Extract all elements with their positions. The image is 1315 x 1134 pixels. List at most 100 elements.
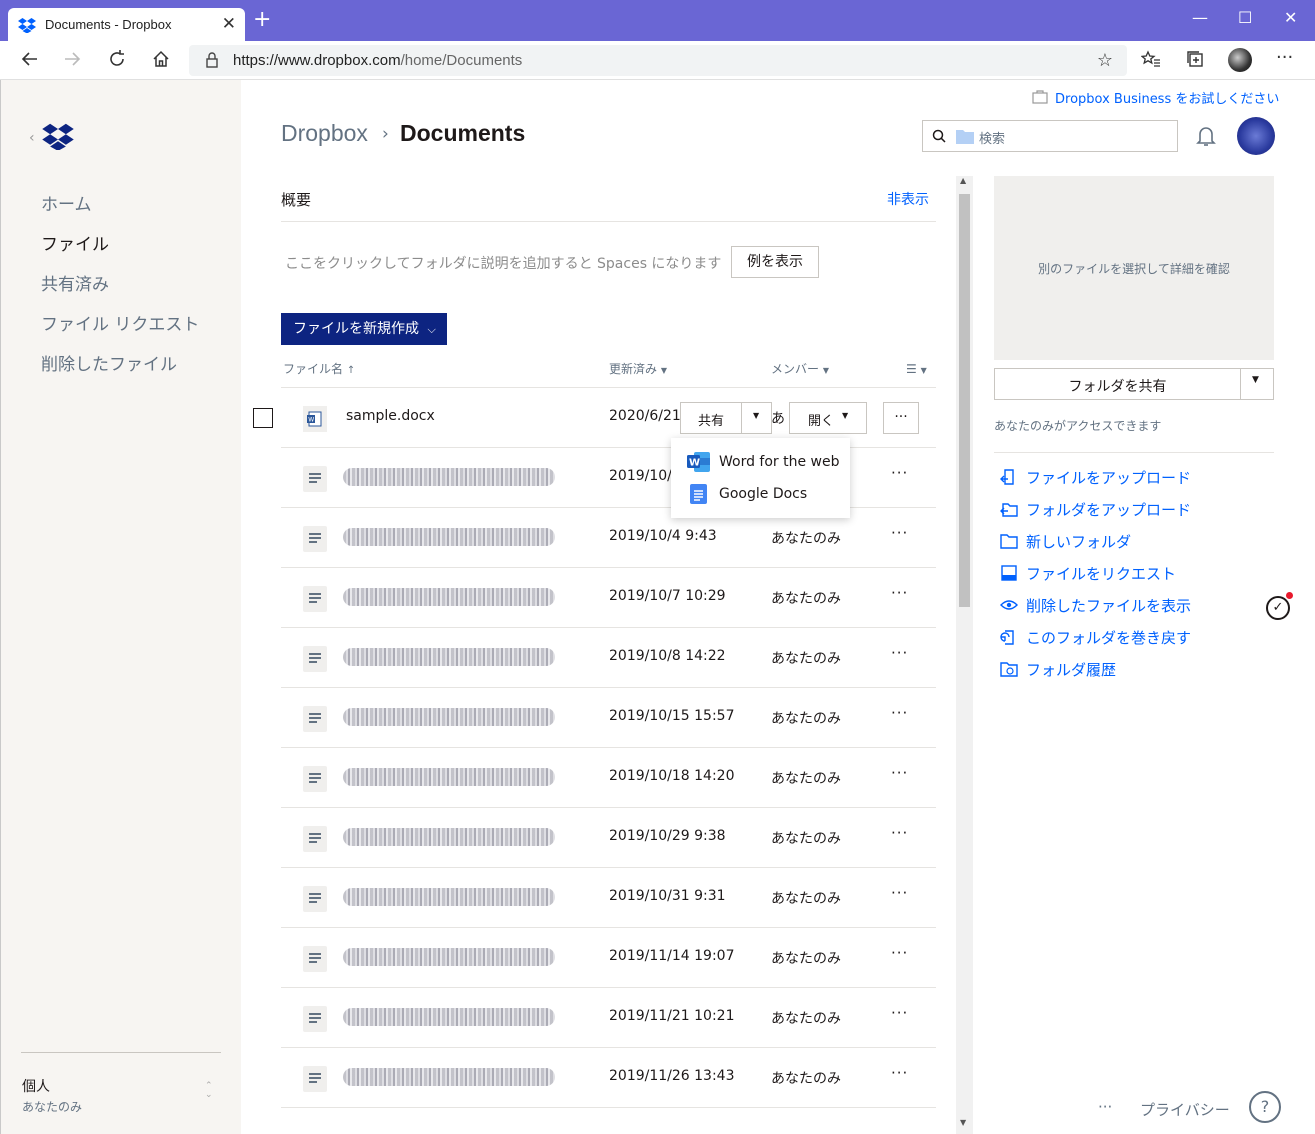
favorite-star-icon[interactable]: ☆ <box>1097 50 1113 71</box>
browser-menu-icon[interactable]: ··· <box>1276 47 1293 68</box>
file-name-redacted[interactable] <box>343 828 555 846</box>
footer-more-icon[interactable]: ··· <box>1098 1098 1112 1116</box>
table-row[interactable]: 2019/10/29 9:38 あなたのみ ··· <box>281 808 936 868</box>
table-row[interactable]: 2019/10/18 14:20 あなたのみ ··· <box>281 748 936 808</box>
home-icon[interactable] <box>151 49 171 69</box>
sidebar-item-files[interactable]: ファイル <box>41 230 109 255</box>
browser-tab[interactable]: Documents - Dropbox ✕ <box>8 8 245 41</box>
dropbox-logo-icon[interactable] <box>42 122 74 150</box>
file-name-redacted[interactable] <box>343 528 555 546</box>
row-more-icon[interactable]: ··· <box>891 464 908 482</box>
scroll-down-icon[interactable]: ▼ <box>960 1118 966 1127</box>
text-file-icon <box>303 586 327 612</box>
table-row[interactable]: 2019/11/21 10:21 あなたのみ ··· <box>281 988 936 1048</box>
sidebar-item-shared[interactable]: 共有済み <box>41 270 109 295</box>
address-bar[interactable]: https://www.dropbox.com/home/Documents ☆ <box>189 45 1127 76</box>
table-row[interactable]: 2019/11/14 19:07 あなたのみ ··· <box>281 928 936 988</box>
row-more-button[interactable]: ··· <box>883 402 919 434</box>
sidebar-item-file-requests[interactable]: ファイル リクエスト <box>41 310 199 335</box>
menu-item-google-docs[interactable]: Google Docs <box>671 478 850 510</box>
file-name-redacted[interactable] <box>343 708 555 726</box>
back-icon[interactable] <box>20 49 40 69</box>
search-icon <box>932 129 946 143</box>
sidebar-item-deleted-files[interactable]: 削除したファイル <box>41 350 177 375</box>
profile-avatar[interactable] <box>1228 48 1252 72</box>
main-scrollbar[interactable]: ▲ ▼ <box>956 176 973 1134</box>
row-more-icon[interactable]: ··· <box>891 524 908 542</box>
upload-file-icon <box>1000 469 1014 485</box>
maximize-icon[interactable]: ☐ <box>1238 8 1252 27</box>
file-name-redacted[interactable] <box>343 1008 555 1026</box>
column-header-members[interactable]: メンバー ▼ <box>771 360 829 377</box>
overview-divider <box>281 221 936 222</box>
lock-icon <box>206 52 218 68</box>
row-more-icon[interactable]: ··· <box>891 764 908 782</box>
new-file-button[interactable]: ファイルを新規作成 ⌵ <box>281 313 447 345</box>
column-header-modified[interactable]: 更新済み ▼ <box>609 360 667 377</box>
file-name-redacted[interactable] <box>343 1068 555 1086</box>
scrollbar-thumb[interactable] <box>959 194 970 607</box>
show-example-button[interactable]: 例を表示 <box>731 246 819 278</box>
minimize-icon[interactable]: — <box>1192 8 1208 27</box>
file-name-redacted[interactable] <box>343 648 555 666</box>
business-trial-link[interactable]: Dropbox Business をお試しください <box>1055 88 1279 107</box>
file-name-redacted[interactable] <box>343 888 555 906</box>
collapse-chevron-icon[interactable]: ‹ <box>29 130 35 146</box>
collections-icon[interactable] <box>1185 49 1205 69</box>
file-date: 2019/10/31 9:31 <box>609 888 726 904</box>
breadcrumb-root[interactable]: Dropbox <box>281 120 368 147</box>
upload-folder-icon <box>1000 503 1018 517</box>
column-header-name[interactable]: ファイル名 ↑ <box>283 360 355 377</box>
folder-icon <box>956 130 974 144</box>
row-more-icon[interactable]: ··· <box>891 584 908 602</box>
share-button[interactable]: 共有 ▼ <box>680 402 772 434</box>
row-more-icon[interactable]: ··· <box>891 944 908 962</box>
open-button[interactable]: 開く ▼ <box>789 402 867 434</box>
row-more-icon[interactable]: ··· <box>891 1064 908 1082</box>
table-row[interactable]: 2019/11/26 13:43 あなたのみ ··· <box>281 1048 936 1108</box>
scroll-up-icon[interactable]: ▲ <box>960 176 966 185</box>
menu-item-word-web[interactable]: W Word for the web <box>671 446 850 478</box>
row-checkbox[interactable] <box>253 408 273 428</box>
table-row[interactable]: 2019/10/7 10:29 あなたのみ ··· <box>281 568 936 628</box>
table-row[interactable]: 2019/10/31 9:31 あなたのみ ··· <box>281 868 936 928</box>
view-options-icon[interactable]: ☰ ▼ <box>906 362 927 376</box>
search-placeholder: 検索 <box>979 132 1006 147</box>
search-input[interactable]: 検索 <box>922 120 1178 152</box>
row-more-icon[interactable]: ··· <box>891 644 908 662</box>
sidebar-item-home[interactable]: ホーム <box>41 190 92 215</box>
bell-icon[interactable] <box>1196 125 1216 147</box>
open-dropdown-icon: ▼ <box>842 411 849 420</box>
row-more-icon[interactable]: ··· <box>891 884 908 902</box>
share-dropdown-icon[interactable]: ▼ <box>753 411 759 420</box>
table-row[interactable]: 2019/10/8 14:22 あなたのみ ··· <box>281 628 936 688</box>
file-name-redacted[interactable] <box>343 768 555 786</box>
table-row[interactable]: 2019/10/15 15:57 あなたのみ ··· <box>281 688 936 748</box>
file-name[interactable]: sample.docx <box>346 408 435 424</box>
privacy-link[interactable]: プライバシー <box>1140 1099 1230 1120</box>
row-more-icon[interactable]: ··· <box>891 1004 908 1022</box>
refresh-icon[interactable] <box>107 49 127 69</box>
new-tab-icon[interactable]: + <box>253 9 271 31</box>
row-more-icon[interactable]: ··· <box>891 824 908 842</box>
file-name-redacted[interactable] <box>343 948 555 966</box>
account-switch-icon[interactable]: ⌃ ⌄ <box>205 1082 213 1100</box>
favorites-icon[interactable] <box>1141 49 1161 69</box>
close-tab-icon[interactable]: ✕ <box>222 14 236 34</box>
account-name[interactable]: 個人 <box>22 1076 50 1096</box>
avatar[interactable] <box>1237 117 1275 155</box>
share-folder-button[interactable]: フォルダを共有 ▼ <box>994 368 1274 400</box>
file-member: あなたのみ <box>771 531 841 547</box>
checklist-icon[interactable]: ✓ <box>1266 596 1290 620</box>
window-close-icon[interactable]: ✕ <box>1284 8 1297 27</box>
overview-description-hint[interactable]: ここをクリックしてフォルダに説明を追加すると Spaces になります <box>285 253 721 273</box>
text-file-icon <box>303 1006 327 1032</box>
text-file-icon <box>303 1066 327 1092</box>
forward-icon[interactable] <box>62 49 82 69</box>
overview-hide-link[interactable]: 非表示 <box>887 189 929 209</box>
help-button[interactable]: ? <box>1249 1091 1281 1123</box>
file-name-redacted[interactable] <box>343 468 555 486</box>
row-more-icon[interactable]: ··· <box>891 704 908 722</box>
share-folder-dropdown-icon[interactable]: ▼ <box>1252 375 1259 385</box>
file-name-redacted[interactable] <box>343 588 555 606</box>
